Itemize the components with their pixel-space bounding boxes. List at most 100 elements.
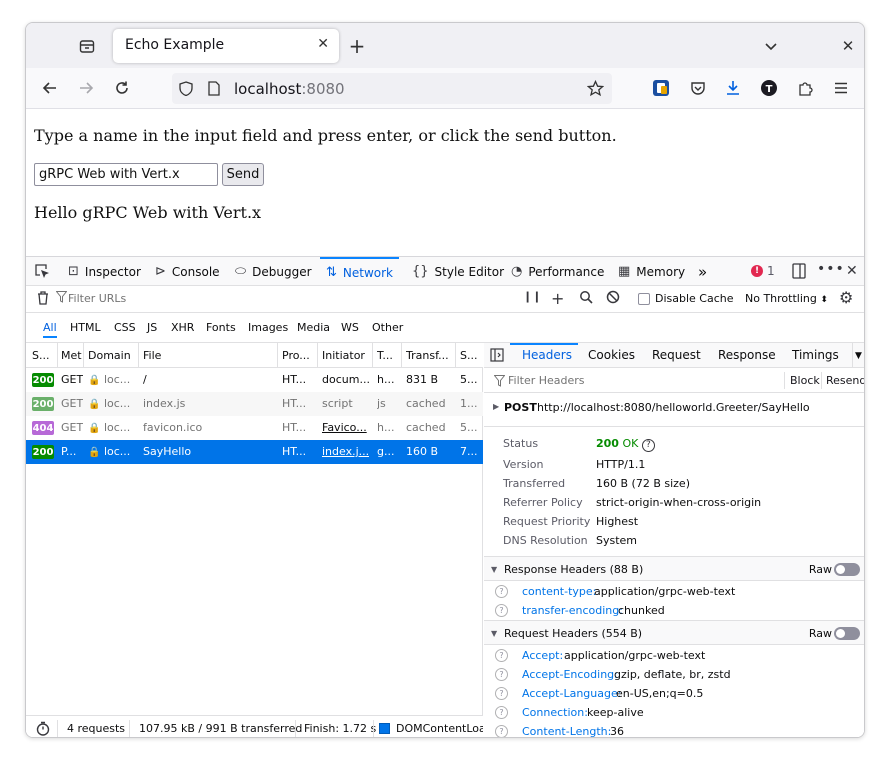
tab-console[interactable]: ⊳ Console xyxy=(155,257,220,286)
filter-js[interactable]: JS xyxy=(147,321,157,334)
more-tabs-chevron-icon[interactable]: ▼ xyxy=(855,351,862,361)
toggle-sidebar-icon[interactable] xyxy=(490,348,504,365)
tab-style-editor[interactable]: {} Style Editor xyxy=(412,257,504,286)
tab-cookies[interactable]: Cookies xyxy=(588,348,635,362)
block-icon[interactable] xyxy=(606,290,620,308)
tab-inspector[interactable]: ⊡ Inspector xyxy=(68,257,141,286)
close-tab-icon[interactable]: ✕ xyxy=(317,36,329,52)
more-tools-icon[interactable]: » xyxy=(698,257,707,286)
col-file[interactable]: File xyxy=(143,349,273,362)
request-row[interactable]: 200 GET 🔒 loc... / HT... docum... h... 8… xyxy=(26,368,483,392)
col-transferred[interactable]: Transf... xyxy=(406,349,454,362)
tab-headers[interactable]: Headers xyxy=(522,348,572,362)
help-icon[interactable]: ? xyxy=(495,725,508,737)
help-icon[interactable]: ? xyxy=(641,439,655,452)
filter-images[interactable]: Images xyxy=(248,321,288,334)
filter-headers-input[interactable]: Filter Headers xyxy=(508,374,585,387)
header-row[interactable]: ? transfer-encoding: chunked xyxy=(484,602,864,621)
collapse-arrow-icon[interactable]: ▼ xyxy=(491,565,497,574)
gear-icon[interactable]: ⚙ xyxy=(839,288,853,307)
header-row[interactable]: ? Connection: keep-alive xyxy=(484,704,864,723)
request-row[interactable]: 404 GET 🔒 loc... favicon.ico HT... Favic… xyxy=(26,416,483,440)
header-row[interactable]: ? Accept: application/grpc-web-text xyxy=(484,647,864,666)
add-request-icon[interactable]: + xyxy=(551,289,564,308)
filter-media[interactable]: Media xyxy=(297,321,330,334)
reload-icon[interactable] xyxy=(112,78,132,98)
header-row[interactable]: ? Content-Length: 36 xyxy=(484,723,864,737)
filter-html[interactable]: HTML xyxy=(70,321,101,334)
shield-icon[interactable] xyxy=(179,81,193,99)
extensions-puzzle-icon[interactable] xyxy=(795,78,815,98)
filter-css[interactable]: CSS xyxy=(114,321,136,334)
help-icon[interactable]: ? xyxy=(495,687,508,700)
responsive-design-icon[interactable] xyxy=(791,263,807,282)
send-button[interactable]: Send xyxy=(222,163,264,186)
raw-toggle[interactable] xyxy=(834,627,860,640)
tab-echo-example[interactable]: Echo Example ✕ xyxy=(113,29,339,63)
trash-icon[interactable] xyxy=(36,290,50,309)
close-window-icon[interactable]: ✕ xyxy=(838,35,858,57)
request-row-selected[interactable]: 200 P... 🔒 loc... SayHello HT... index.j… xyxy=(26,440,483,464)
header-row[interactable]: ? Accept-Language: en-US,en;q=0.5 xyxy=(484,685,864,704)
back-icon[interactable] xyxy=(40,78,60,98)
expand-arrow-icon[interactable]: ▶ xyxy=(493,402,499,411)
pocket-icon[interactable] xyxy=(688,78,708,98)
checkbox[interactable] xyxy=(638,292,650,305)
disable-cache-checkbox[interactable]: Disable Cache xyxy=(638,292,734,305)
firefox-view-icon[interactable] xyxy=(76,35,98,57)
filter-fonts[interactable]: Fonts xyxy=(206,321,236,334)
tab-network[interactable]: ⇅ Network xyxy=(320,257,400,286)
chevron-down-icon[interactable] xyxy=(760,35,782,57)
name-input[interactable] xyxy=(34,163,218,186)
help-icon[interactable]: ? xyxy=(495,604,508,617)
help-icon[interactable]: ? xyxy=(495,585,508,598)
filter-all[interactable]: All xyxy=(43,321,57,338)
tab-memory[interactable]: ▦ Memory xyxy=(618,257,685,286)
request-summary-line[interactable]: ▶ POST http://localhost:8080/helloworld.… xyxy=(484,393,864,427)
raw-toggle[interactable] xyxy=(834,563,860,576)
filter-urls-input[interactable]: Filter URLs xyxy=(68,292,126,305)
col-domain[interactable]: Domain xyxy=(88,349,136,362)
header-row[interactable]: ? Accept-Encoding: gzip, deflate, br, zs… xyxy=(484,666,864,685)
filter-ws[interactable]: WS xyxy=(341,321,359,334)
resend-button[interactable]: Resend xyxy=(826,374,864,387)
error-count-badge[interactable]: ! 1 xyxy=(751,264,775,278)
header-row[interactable]: ? content-type: application/grpc-web-tex… xyxy=(484,583,864,602)
extension-icon[interactable] xyxy=(651,78,671,98)
element-picker-icon[interactable] xyxy=(34,263,50,282)
throttling-select[interactable]: No Throttling ⬍ xyxy=(745,292,828,305)
filter-xhr[interactable]: XHR xyxy=(171,321,194,334)
tab-response[interactable]: Response xyxy=(718,348,776,362)
col-method[interactable]: Met xyxy=(61,349,83,362)
collapse-arrow-icon[interactable]: ▼ xyxy=(491,629,497,638)
help-icon[interactable]: ? xyxy=(495,706,508,719)
help-icon[interactable]: ? xyxy=(495,649,508,662)
account-avatar-icon[interactable]: T xyxy=(759,78,779,98)
col-protocol[interactable]: Pro... xyxy=(282,349,312,362)
request-headers-section[interactable]: ▼ Request Headers (554 B) Raw xyxy=(484,620,864,645)
page-info-icon[interactable] xyxy=(208,81,220,99)
downloads-icon[interactable] xyxy=(723,78,743,98)
hamburger-menu-icon[interactable] xyxy=(831,78,851,98)
filter-other[interactable]: Other xyxy=(372,321,403,334)
new-tab-icon[interactable]: + xyxy=(346,34,368,58)
tab-timings[interactable]: Timings xyxy=(792,348,839,362)
more-options-icon[interactable]: ••• xyxy=(817,261,845,277)
address-bar[interactable]: localhost:8080 xyxy=(172,73,612,104)
block-button[interactable]: Block xyxy=(790,374,820,387)
help-icon[interactable]: ? xyxy=(495,668,508,681)
cell-initiator-link[interactable]: Favico... xyxy=(322,421,367,434)
timer-icon[interactable] xyxy=(36,721,50,737)
col-size[interactable]: S... xyxy=(460,349,480,362)
col-status[interactable]: S... xyxy=(32,349,52,362)
tab-debugger[interactable]: ⬭ Debugger xyxy=(235,257,312,286)
tab-request[interactable]: Request xyxy=(652,348,701,362)
cell-initiator-link[interactable]: index.j... xyxy=(322,445,369,458)
col-initiator[interactable]: Initiator xyxy=(322,349,370,362)
forward-icon[interactable] xyxy=(76,78,96,98)
tab-performance[interactable]: ◔ Performance xyxy=(511,257,604,286)
pause-icon[interactable]: ❙❙ xyxy=(523,290,541,303)
response-headers-section[interactable]: ▼ Response Headers (88 B) Raw xyxy=(484,556,864,581)
bookmark-star-icon[interactable] xyxy=(586,79,605,100)
col-type[interactable]: T... xyxy=(377,349,397,362)
